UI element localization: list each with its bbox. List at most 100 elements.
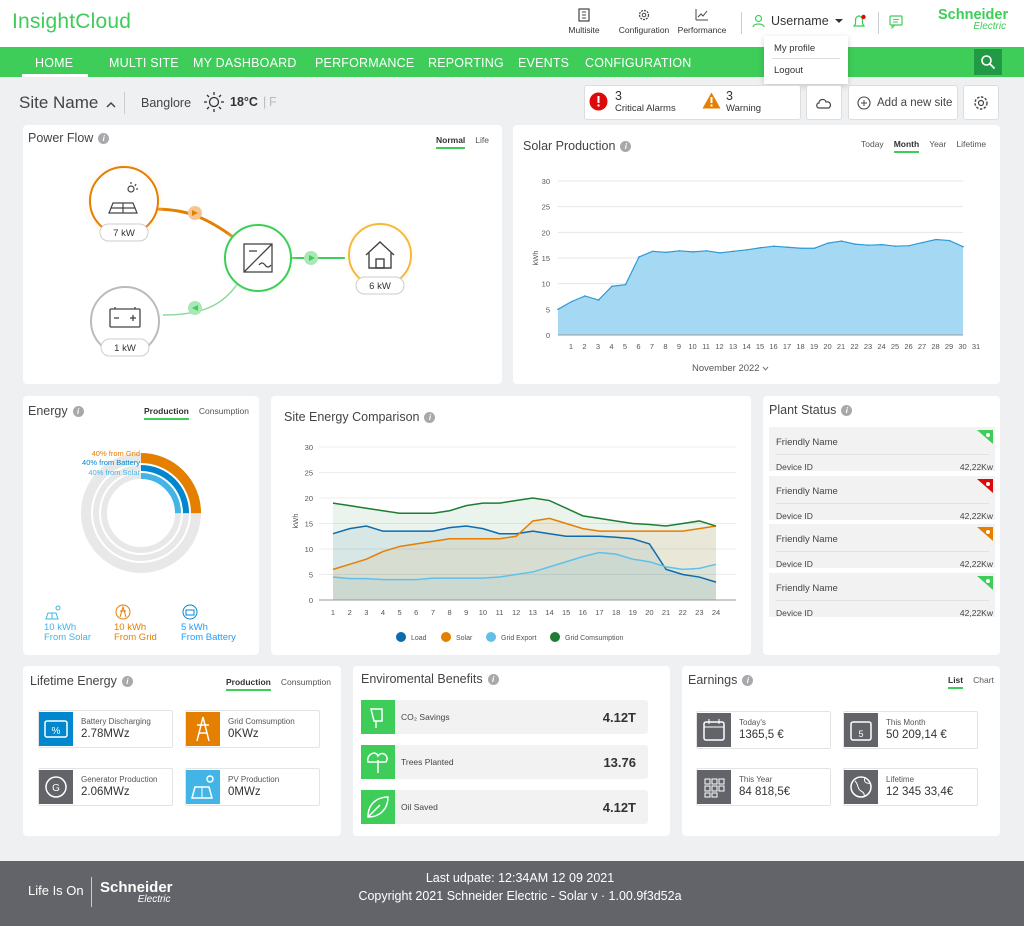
- calendar-icon: [697, 713, 731, 747]
- month-selector[interactable]: November 2022: [692, 363, 769, 374]
- battery-percent-icon: %: [39, 712, 73, 746]
- chart-icon: [695, 9, 708, 21]
- site-name: Site Name: [19, 93, 99, 112]
- y-tick-label: 15: [305, 520, 313, 529]
- search-button[interactable]: [974, 49, 1002, 75]
- tab-chart[interactable]: Chart: [973, 675, 994, 685]
- earnings-value: 1365,5 €: [739, 729, 784, 741]
- x-tick-label: 6: [636, 342, 640, 351]
- fahrenheit-toggle[interactable]: F: [269, 95, 277, 109]
- solar-panel-icon: [186, 770, 220, 804]
- warning-icon: [702, 92, 721, 114]
- y-tick-label: 25: [542, 203, 550, 212]
- site-location: Banglore: [141, 96, 192, 110]
- plant-status-row[interactable]: Friendly Name Device ID 42,22Kw: [769, 475, 995, 521]
- x-tick-label: 20: [645, 608, 653, 617]
- add-site-button[interactable]: Add a new site: [848, 85, 958, 120]
- performance-button[interactable]: Performance: [670, 8, 734, 35]
- user-menu-button[interactable]: Username: [752, 14, 843, 28]
- plant-status-row[interactable]: Friendly Name Device ID 42,22Kw: [769, 572, 995, 618]
- plant-status-row[interactable]: Friendly Name Device ID 42,22Kw: [769, 427, 995, 472]
- configuration-button[interactable]: Configuration: [612, 8, 676, 35]
- x-tick-label: 5: [398, 608, 402, 617]
- my-profile-item[interactable]: My profile: [772, 36, 840, 59]
- site-name-selector[interactable]: Site Name: [19, 93, 116, 113]
- battery-icon: [182, 604, 198, 620]
- friendly-name: Friendly Name: [776, 534, 838, 545]
- warning-label[interactable]: Warning: [726, 103, 761, 114]
- device-value: 42,22Kw: [959, 510, 993, 521]
- power-flow-diagram: 7 kW 6 kW 1 kW: [82, 159, 418, 357]
- settings-button[interactable]: [963, 85, 999, 120]
- earnings-card: [682, 666, 1000, 836]
- nav-reporting[interactable]: REPORTING: [428, 56, 504, 70]
- nav-my-dashboard[interactable]: MY DASHBOARD: [193, 56, 297, 70]
- critical-alarm-count: 3: [615, 89, 622, 103]
- battery-source-label: From Battery: [181, 632, 236, 643]
- copyright: Copyright 2021 Schneider Electric - Sola…: [358, 889, 682, 903]
- x-tick-label: 23: [864, 342, 872, 351]
- benefit-value: 4.12T: [602, 710, 636, 725]
- tab-today[interactable]: Today: [861, 139, 884, 149]
- info-icon[interactable]: i: [121, 676, 133, 688]
- benefit-label: CO₂ Savings: [401, 712, 450, 722]
- data-point: [935, 238, 937, 241]
- chevron-down-icon: [834, 19, 843, 23]
- info-icon[interactable]: i: [424, 412, 436, 424]
- toolbar-divider: [878, 12, 879, 34]
- y-tick-label: 5: [309, 571, 313, 580]
- solar-production-title: Solar Production i: [523, 139, 632, 153]
- status-flag-icon: [977, 575, 993, 590]
- app-logo[interactable]: InsightCloud: [12, 10, 131, 34]
- month-label: November 2022: [692, 363, 760, 374]
- nav-performance[interactable]: PERFORMANCE: [315, 56, 414, 70]
- critical-alarm-label[interactable]: Critical Alarms: [615, 103, 676, 114]
- messages-button[interactable]: [889, 15, 904, 34]
- building-icon: [578, 8, 590, 22]
- weather-button[interactable]: [806, 85, 842, 120]
- nav-events[interactable]: EVENTS: [518, 56, 569, 70]
- tab-production[interactable]: Production: [226, 677, 271, 691]
- toolbar-divider: [741, 12, 742, 34]
- plant-status-row[interactable]: Friendly Name Device ID 42,22Kw: [769, 524, 995, 569]
- tab-consumption[interactable]: Consumption: [281, 677, 331, 687]
- x-tick-label: 17: [595, 608, 603, 617]
- legend-label: Solar: [456, 635, 473, 642]
- data-point: [732, 250, 735, 253]
- tab-month[interactable]: Month: [893, 139, 920, 153]
- tab-year[interactable]: Year: [929, 139, 946, 149]
- tab-list[interactable]: List: [948, 675, 964, 689]
- info-icon[interactable]: i: [620, 141, 632, 153]
- info-icon[interactable]: i: [487, 674, 499, 686]
- x-tick-label: 8: [447, 608, 451, 617]
- device-value: 42,22Kw: [959, 462, 993, 472]
- nav-home[interactable]: HOME: [35, 56, 73, 70]
- data-point: [719, 252, 721, 254]
- x-tick-label: 2: [348, 608, 352, 617]
- tab-lifetime[interactable]: Lifetime: [956, 139, 986, 149]
- benefit-row: Trees Planted 13.76: [361, 745, 648, 779]
- legend-label: Grid Comsumption: [565, 635, 623, 642]
- info-icon[interactable]: i: [742, 675, 754, 687]
- data-point: [584, 295, 586, 297]
- plus-circle-icon: [857, 95, 871, 110]
- y-tick-label: 10: [305, 545, 313, 554]
- y-tick-label: 0: [546, 331, 550, 340]
- data-point: [921, 241, 924, 244]
- logout-item[interactable]: Logout: [764, 59, 848, 76]
- data-point: [570, 300, 573, 303]
- data-point: [665, 251, 667, 254]
- legend-swatch: [486, 632, 496, 642]
- info-icon[interactable]: i: [841, 405, 853, 417]
- nav-multi-site[interactable]: MULTI SITE: [109, 56, 179, 70]
- data-point: [692, 251, 694, 253]
- x-tick-label: 12: [512, 608, 520, 617]
- x-tick-label: 18: [796, 342, 804, 351]
- notification-button[interactable]: [851, 14, 867, 35]
- multisite-button[interactable]: Multisite: [552, 8, 616, 35]
- earnings-label: Today's: [739, 718, 766, 727]
- unit-separator: |: [263, 95, 267, 109]
- nav-configuration[interactable]: CONFIGURATION: [585, 56, 692, 70]
- y-tick-label: 30: [542, 177, 550, 186]
- co2-icon: [361, 700, 395, 734]
